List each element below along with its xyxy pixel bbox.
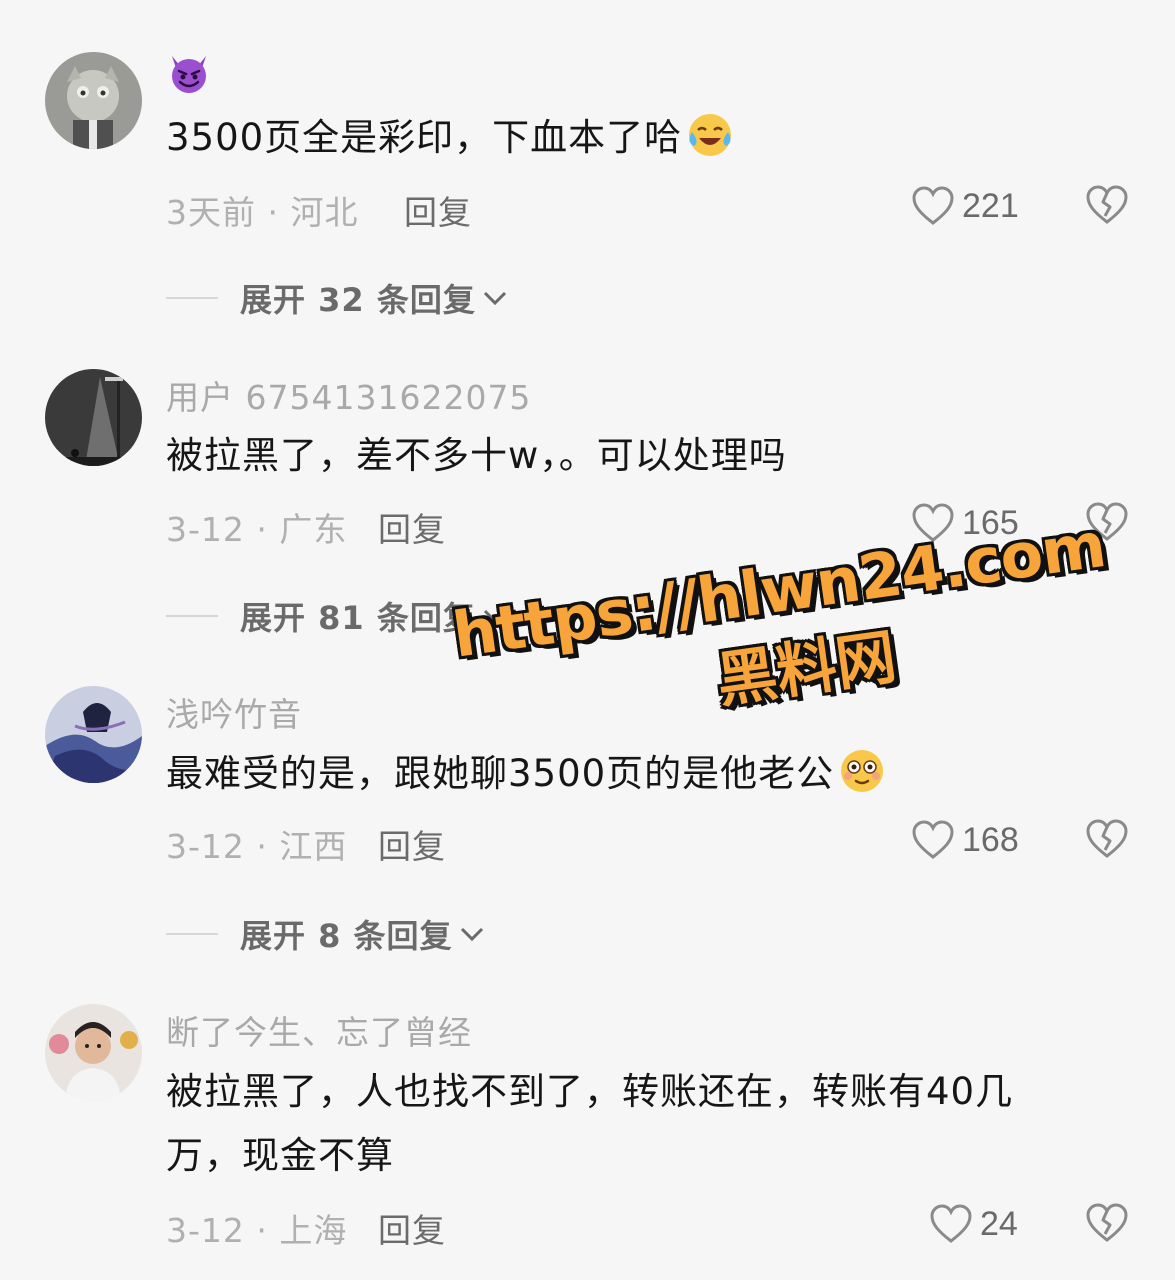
divider <box>166 933 218 935</box>
avatar[interactable] <box>45 369 142 466</box>
reply-button[interactable]: 回复 <box>378 1204 446 1252</box>
reply-button[interactable]: 回复 <box>404 186 472 234</box>
broken-heart-icon[interactable] <box>1084 818 1130 860</box>
heart-icon <box>930 1204 972 1243</box>
avatar[interactable] <box>45 52 142 149</box>
smiling-devil-emoji-icon <box>172 56 206 93</box>
comment-text: 被拉黑了，人也找不到了，转账还在，转账有40几万，现金不算 <box>166 1070 1014 1177</box>
comment-list: 3500页全是彩印，下血本了哈 3天前 · 河北 回复 221 展开 32 条回… <box>0 0 1175 1280</box>
username[interactable]: 浅吟竹音 <box>166 688 302 736</box>
chevron-down-icon <box>483 291 506 306</box>
comment-text: 3500页全是彩印，下血本了哈 <box>166 106 1066 170</box>
expand-replies-label: 展开 81 条回复 <box>240 599 476 637</box>
comment-meta: 3-12 · 上海 <box>166 1211 348 1250</box>
comment-meta: 3天前 · 河北 <box>166 193 359 232</box>
comment-meta: 3-12 · 广东 <box>166 510 348 549</box>
flushed-emoji-icon <box>841 750 884 792</box>
expand-replies-label: 展开 32 条回复 <box>240 281 476 319</box>
username[interactable]: 断了今生、忘了曾经 <box>166 1006 472 1054</box>
reply-button[interactable]: 回复 <box>378 820 446 868</box>
heart-icon <box>912 820 954 859</box>
expand-replies-button[interactable]: 展开 8 条回复 <box>166 914 485 955</box>
expand-replies-button[interactable]: 展开 32 条回复 <box>166 278 508 319</box>
like-button[interactable]: 168 <box>910 818 1019 862</box>
username[interactable]: 用户 6754131622075 <box>166 371 531 419</box>
like-button[interactable]: 221 <box>910 184 1019 228</box>
like-count: 24 <box>980 1204 1018 1243</box>
broken-heart-icon[interactable] <box>1084 1202 1130 1244</box>
like-count: 221 <box>962 186 1019 225</box>
divider <box>166 297 218 299</box>
comment-meta: 3-12 · 江西 <box>166 827 348 866</box>
reply-button[interactable]: 回复 <box>378 503 446 551</box>
expand-replies-label: 展开 8 条回复 <box>240 917 453 955</box>
comment-text: 最难受的是，跟她聊3500页的是他老公 <box>166 742 1066 806</box>
like-button[interactable]: 24 <box>928 1202 1018 1246</box>
like-count: 168 <box>962 820 1019 859</box>
chevron-down-icon <box>460 927 483 942</box>
heart-icon <box>912 186 954 225</box>
avatar[interactable] <box>45 1004 142 1101</box>
broken-heart-icon[interactable] <box>1084 184 1130 226</box>
avatar[interactable] <box>45 686 142 783</box>
watermark: https://hlwn24.com 黑料网 <box>440 443 1164 758</box>
divider <box>166 615 218 617</box>
crying-laughing-emoji-icon <box>689 114 732 156</box>
